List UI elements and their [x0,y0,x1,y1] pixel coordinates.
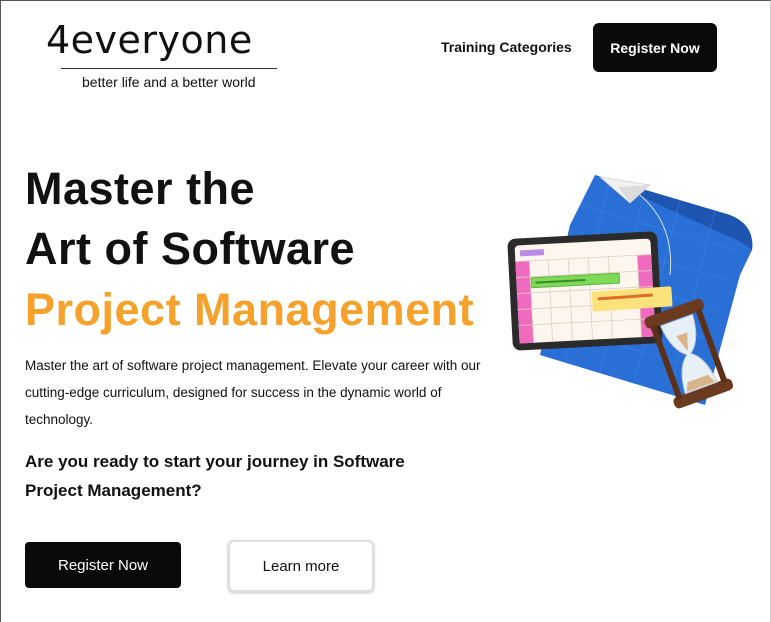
hero-question: Are you ready to start your journey in S… [25,452,405,500]
hero-title-line-1: Master the [25,163,256,214]
brand-logo[interactable]: 4everyone better life and a better world [46,18,277,90]
hero-title-line-2: Art of Software [25,223,356,274]
hero-learn-more-button[interactable]: Learn more [228,540,374,592]
nav-register-button[interactable]: Register Now [593,23,717,72]
nav-training-categories[interactable]: Training Categories [441,39,572,55]
brand-name: 4everyone [46,18,253,62]
hero-title-line-3: Project Management [25,284,475,335]
logo-divider [61,68,277,69]
brand-tagline: better life and a better world [82,74,256,90]
calendar-hourglass-illustration [507,175,753,409]
hero-description: Master the art of software project manag… [25,358,481,427]
hero-register-button[interactable]: Register Now [25,542,181,588]
